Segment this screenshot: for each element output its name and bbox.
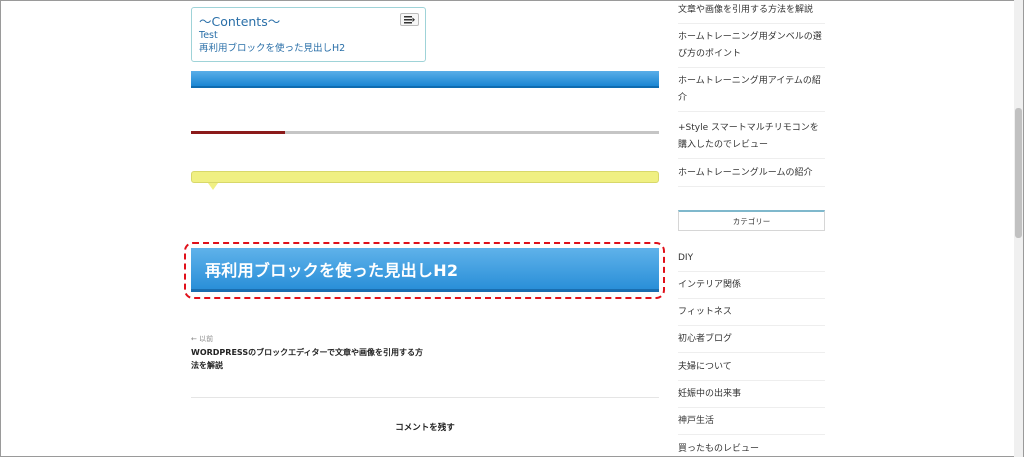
recent-post-item[interactable]: ホームトレーニングルームの紹介	[678, 165, 825, 187]
toc-item-h2[interactable]: 再利用ブロックを使った見出しH2	[199, 42, 419, 55]
toc-toggle-button[interactable]	[400, 13, 419, 26]
blue-heading-bar	[191, 71, 659, 88]
divider	[191, 397, 659, 398]
toc-item-test[interactable]: Test	[199, 29, 419, 42]
page-scrollbar[interactable]	[1014, 0, 1023, 457]
recent-post-item[interactable]: ホームトレーニング用ダンベルの選び方のポイント	[678, 29, 825, 68]
category-item[interactable]: インテリア関係	[678, 272, 825, 299]
comment-heading: コメントを残す	[395, 423, 455, 433]
category-item[interactable]: フィットネス	[678, 299, 825, 326]
yellow-speech-box	[191, 171, 659, 183]
category-item[interactable]: DIY	[678, 245, 825, 272]
recent-post-item[interactable]: 文章や画像を引用する方法を解説	[678, 2, 825, 24]
browser-frame	[0, 0, 1024, 457]
category-item[interactable]: 買ったものレビュー	[678, 436, 825, 457]
prev-post-link[interactable]: WORDPRESSのブロックエディターで文章や画像を引用する方法を解説	[191, 346, 431, 372]
highlight-frame	[184, 242, 665, 299]
toc-title: ～Contents～	[199, 14, 281, 29]
prev-post-label: ← 以前	[191, 335, 214, 343]
category-widget-heading: カテゴリー	[678, 210, 825, 231]
category-item[interactable]: 妊娠中の出来事	[678, 381, 825, 408]
list-toggle-icon	[404, 15, 415, 23]
scrollbar-thumb[interactable]	[1015, 108, 1022, 238]
recent-post-item[interactable]: +Style スマートマルチリモコンを購入したのでレビュー	[678, 120, 825, 159]
category-item[interactable]: 神戸生活	[678, 408, 825, 435]
recent-post-item[interactable]: ホームトレーニング用アイテムの紹介	[678, 73, 825, 112]
table-of-contents: ～Contents～ Test 再利用ブロックを使った見出しH2	[191, 7, 426, 62]
category-item[interactable]: 初心者ブログ	[678, 326, 825, 353]
progress-bar	[191, 131, 659, 134]
yellow-speech-tail	[208, 183, 218, 190]
category-item[interactable]: 夫婦について	[678, 354, 825, 381]
progress-bar-fill	[191, 131, 285, 134]
